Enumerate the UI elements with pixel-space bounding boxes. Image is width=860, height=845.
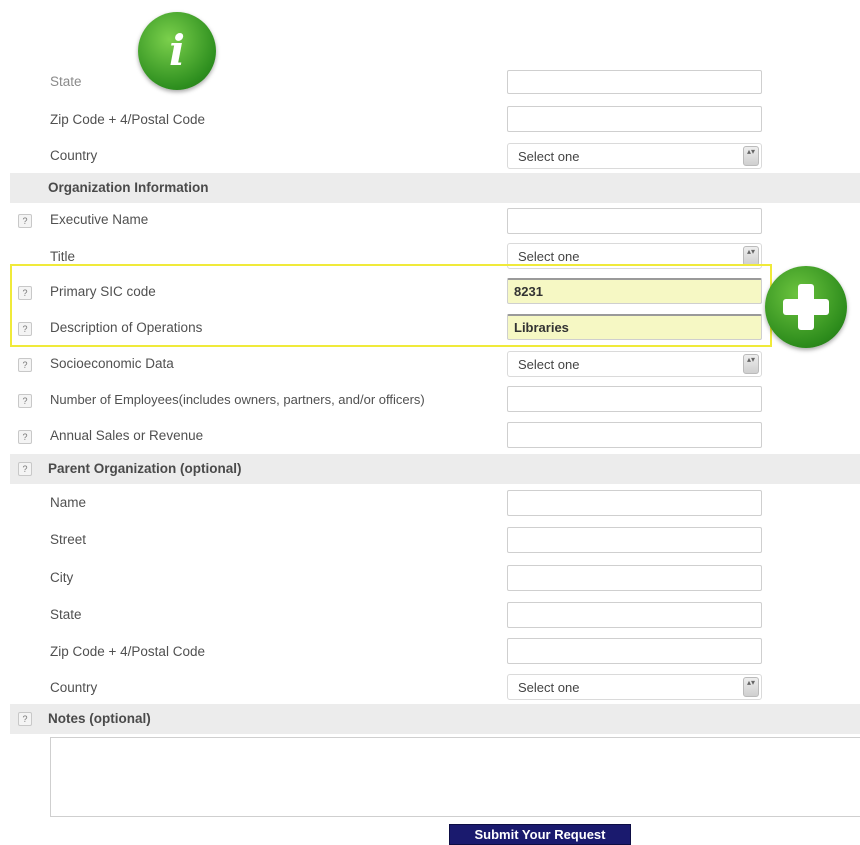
parent-state-label: State [50, 607, 82, 622]
employees-label: Number of Employees(includes owners, par… [50, 392, 425, 407]
help-icon[interactable]: ? [18, 358, 32, 372]
help-icon[interactable]: ? [18, 394, 32, 408]
parent-street-label: Street [50, 532, 87, 547]
zip-input[interactable] [507, 106, 762, 132]
country-label: Country [50, 148, 98, 163]
operations-input[interactable] [507, 314, 762, 340]
primary-sic-input[interactable] [507, 278, 762, 304]
select-arrow-icon: ▴▾ [743, 354, 759, 374]
help-icon[interactable]: ? [18, 462, 32, 476]
state-label: State [50, 74, 82, 89]
zip-label: Zip Code + 4/Postal Code [50, 112, 205, 127]
plus-bar-vertical [798, 284, 814, 330]
help-icon[interactable]: ? [18, 214, 32, 228]
operations-label: Description of Operations [50, 320, 203, 335]
select-arrow-icon: ▴▾ [743, 246, 759, 266]
socioeconomic-label: Socioeconomic Data [50, 356, 174, 371]
employees-input[interactable] [507, 386, 762, 412]
title-label: Title [50, 249, 76, 264]
state-input[interactable] [507, 70, 762, 94]
parent-name-label: Name [50, 495, 87, 510]
executive-name-input[interactable] [507, 208, 762, 234]
socioeconomic-select[interactable]: Select one ▴▾ [507, 351, 762, 377]
country-select-value: Select one [518, 149, 580, 164]
section-title: Notes (optional) [48, 711, 151, 726]
country-select[interactable]: Select one ▴▾ [507, 143, 762, 169]
parent-country-label: Country [50, 680, 98, 695]
parent-street-input[interactable] [507, 527, 762, 553]
parent-zip-input[interactable] [507, 638, 762, 664]
socioeconomic-select-value: Select one [518, 357, 580, 372]
title-select-value: Select one [518, 249, 580, 264]
help-icon[interactable]: ? [18, 286, 32, 300]
section-organization-information: Organization Information [10, 173, 860, 203]
section-parent-organization: ? Parent Organization (optional) [10, 454, 860, 484]
notes-textarea[interactable] [50, 737, 860, 817]
parent-name-input[interactable] [507, 490, 762, 516]
parent-state-input[interactable] [507, 602, 762, 628]
section-title: Organization Information [48, 180, 209, 195]
plus-icon [765, 266, 847, 348]
section-title: Parent Organization (optional) [48, 461, 242, 476]
revenue-label: Annual Sales or Revenue [50, 428, 204, 443]
primary-sic-label: Primary SIC code [50, 284, 156, 299]
parent-city-label: City [50, 570, 74, 585]
help-icon[interactable]: ? [18, 430, 32, 444]
revenue-input[interactable] [507, 422, 762, 448]
parent-country-select[interactable]: Select one ▴▾ [507, 674, 762, 700]
parent-country-select-value: Select one [518, 680, 580, 695]
parent-city-input[interactable] [507, 565, 762, 591]
executive-name-label: Executive Name [50, 212, 149, 227]
submit-request-button[interactable]: Submit Your Request [449, 824, 631, 845]
help-icon[interactable]: ? [18, 322, 32, 336]
section-notes: ? Notes (optional) [10, 704, 860, 734]
info-icon: i [138, 12, 216, 90]
parent-zip-label: Zip Code + 4/Postal Code [50, 644, 205, 659]
select-arrow-icon: ▴▾ [743, 677, 759, 697]
select-arrow-icon: ▴▾ [743, 146, 759, 166]
help-icon[interactable]: ? [18, 712, 32, 726]
